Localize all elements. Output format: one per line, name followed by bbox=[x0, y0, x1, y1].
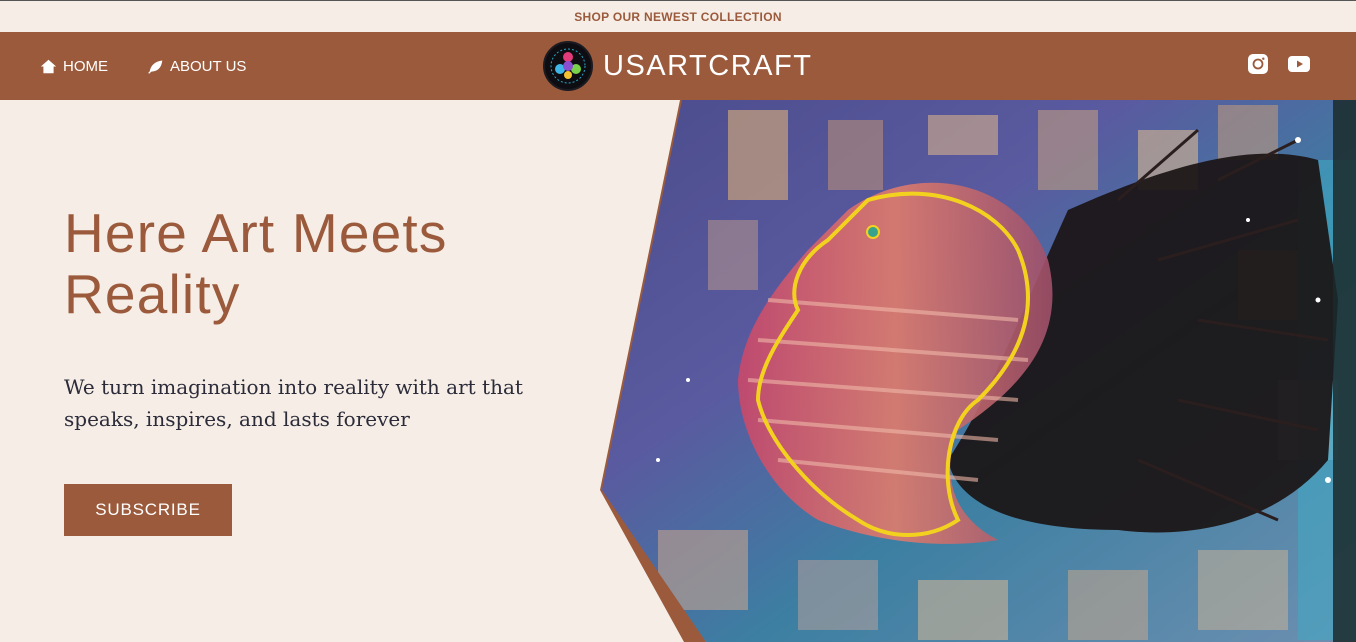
hero-artwork-image bbox=[598, 100, 1356, 642]
brand-logo-link[interactable]: USARTCRAFT bbox=[543, 41, 812, 91]
youtube-link[interactable] bbox=[1287, 54, 1311, 78]
nav-item-home[interactable]: HOME bbox=[40, 32, 108, 100]
youtube-icon bbox=[1288, 55, 1310, 78]
brand-name: USARTCRAFT bbox=[603, 49, 813, 82]
instagram-icon bbox=[1247, 53, 1269, 80]
instagram-link[interactable] bbox=[1246, 53, 1270, 80]
hero-title: Here Art Meets Reality bbox=[64, 202, 448, 325]
nav-item-about-us[interactable]: ABOUT US bbox=[147, 32, 246, 100]
announcement-bar: SHOP OUR NEWEST COLLECTION bbox=[0, 0, 1356, 32]
nav-item-label: HOME bbox=[63, 57, 108, 75]
brand-logo-icon bbox=[543, 41, 593, 91]
nav-item-label: ABOUT US bbox=[170, 57, 247, 75]
leaf-icon bbox=[147, 58, 164, 75]
site-header: HOME ABOUT US USARTCRAFT bbox=[0, 32, 1356, 100]
announcement-link[interactable]: SHOP OUR NEWEST COLLECTION bbox=[574, 10, 782, 24]
hero-subtitle: We turn imagination into reality with ar… bbox=[64, 375, 523, 431]
home-icon bbox=[40, 58, 57, 75]
subscribe-button[interactable]: SUBSCRIBE bbox=[64, 484, 232, 536]
